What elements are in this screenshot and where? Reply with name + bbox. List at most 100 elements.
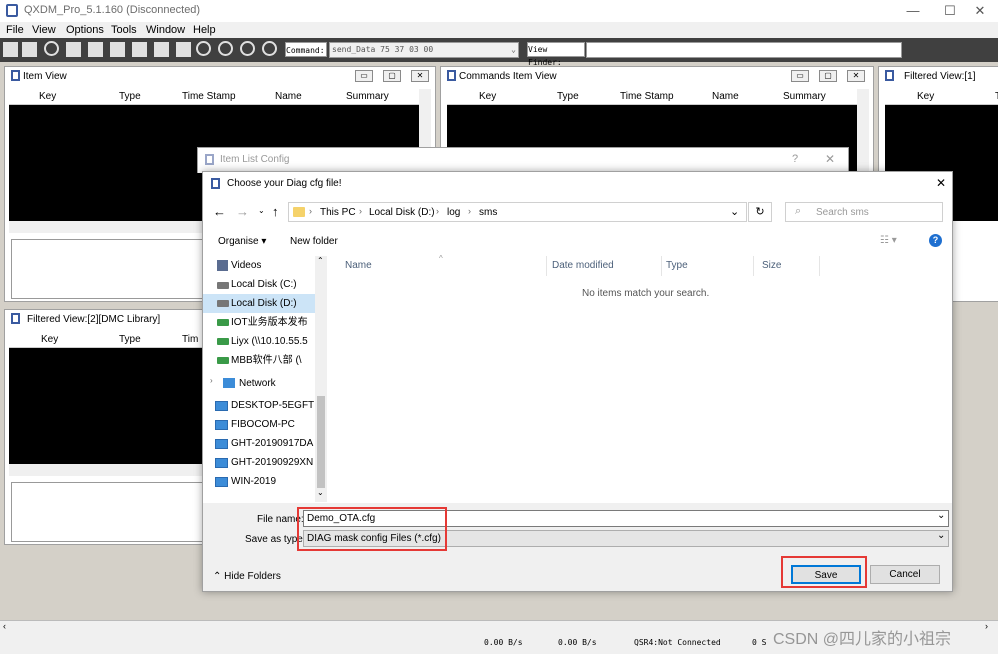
hide-folders-toggle[interactable]: ⌃ Hide Folders [213, 571, 281, 582]
column-type[interactable]: Type [119, 91, 141, 102]
nv-icon[interactable] [110, 42, 125, 57]
filtered-view-2-grid[interactable] [9, 348, 205, 464]
nav-item-local-disk-d[interactable]: Local Disk (D:) [231, 294, 317, 313]
scroll-down-icon[interactable]: ⌄ [317, 488, 324, 497]
add-icon[interactable] [154, 42, 169, 57]
panel-close-button[interactable]: ✕ [411, 70, 429, 82]
expand-chevron-icon[interactable]: › [210, 376, 213, 385]
network-drive-icon [217, 357, 229, 364]
breadcrumb-sms[interactable]: sms [479, 207, 497, 218]
nav-network[interactable]: Network [239, 378, 276, 389]
nav-item-local-disk-c[interactable]: Local Disk (C:) [231, 275, 317, 294]
chevron-down-icon[interactable]: ⌄ [937, 510, 945, 521]
breadcrumb-separator-icon: › [468, 206, 471, 216]
column-summary[interactable]: Summary [346, 91, 389, 102]
grid-icon[interactable] [176, 42, 191, 57]
nav-network-item[interactable]: GHT-20190917DA [231, 434, 317, 453]
view-finder-input[interactable] [586, 42, 902, 58]
search-box[interactable]: ⌕ Search sms [785, 202, 943, 222]
nav-network-item[interactable]: FIBOCOM-PC [231, 415, 317, 434]
column-time-stamp[interactable]: Tim [182, 334, 198, 345]
refresh-button[interactable]: ↻ [748, 202, 772, 222]
refresh-icon[interactable] [196, 41, 211, 56]
chevron-down-icon[interactable]: ⌄ [511, 43, 516, 57]
column-name[interactable]: Name [345, 260, 372, 271]
column-time-stamp[interactable]: Time Stamp [182, 91, 236, 102]
minimize-button[interactable]: — [893, 2, 933, 20]
help-icon[interactable]: ? [929, 234, 942, 247]
column-summary[interactable]: Summary [783, 91, 826, 102]
highlight-file-name-fields [297, 507, 447, 551]
nav-item-videos[interactable]: Videos [231, 256, 317, 275]
breadcrumb-this-pc[interactable]: This PC [320, 207, 356, 218]
column-type[interactable]: Type [666, 260, 688, 271]
column-name[interactable]: Name [275, 91, 302, 102]
info-icon[interactable] [218, 41, 233, 56]
organise-menu[interactable]: Organise ▾ [218, 236, 266, 247]
command-input[interactable]: send_Data 75 37 03 00 ⌄ [329, 42, 519, 58]
panel-maximize-button[interactable]: ▢ [383, 70, 401, 82]
forward-arrow-icon[interactable]: → [236, 204, 249, 219]
network-drive-icon [217, 319, 229, 326]
column-name[interactable]: Name [712, 91, 739, 102]
panel-maximize-button[interactable]: ▢ [819, 70, 837, 82]
recent-locations-chevron-icon[interactable]: ⌄ [258, 206, 265, 215]
filter-icon[interactable] [66, 42, 81, 57]
chevron-down-icon[interactable]: ⌄ [937, 530, 945, 541]
cancel-button[interactable]: Cancel [870, 565, 940, 584]
menu-window[interactable]: Window [146, 24, 185, 36]
scroll-right-icon[interactable]: › [985, 621, 988, 631]
column-size[interactable]: Size [762, 260, 781, 271]
horizontal-scrollbar[interactable] [9, 464, 205, 476]
view-options-icon[interactable]: ☷ ▾ [880, 235, 897, 246]
pause-icon[interactable] [240, 41, 255, 56]
column-key[interactable]: Key [917, 91, 934, 102]
scroll-up-icon[interactable]: ⌃ [317, 256, 324, 265]
menu-tools[interactable]: Tools [111, 24, 137, 36]
column-type[interactable]: Type [119, 334, 141, 345]
column-key[interactable]: Key [39, 91, 56, 102]
up-arrow-icon[interactable]: ↑ [272, 204, 279, 219]
file-list[interactable]: ^ Name Date modified Type Size No items … [331, 254, 949, 502]
column-key[interactable]: Key [479, 91, 496, 102]
list-icon[interactable] [88, 42, 103, 57]
dialog-close-button[interactable]: ✕ [936, 176, 946, 190]
menu-file[interactable]: File [6, 24, 24, 36]
play-icon[interactable] [44, 41, 59, 56]
save-icon[interactable] [132, 42, 147, 57]
connect-icon[interactable] [3, 42, 18, 57]
panel-minimize-button[interactable]: ▭ [355, 70, 373, 82]
open-folder-icon[interactable] [22, 42, 37, 57]
chevron-up-icon: ⌃ [213, 571, 222, 582]
nav-network-item[interactable]: GHT-20190929XN [231, 453, 317, 472]
column-time-stamp[interactable]: Time Stamp [620, 91, 674, 102]
nav-item-liyx[interactable]: Liyx (\\10.10.55.5 [231, 332, 317, 351]
nav-network-item[interactable]: DESKTOP-5EGFT [231, 396, 317, 415]
nav-item-mbb[interactable]: MBB软件八部 (\ [231, 351, 317, 370]
panel-minimize-button[interactable]: ▭ [791, 70, 809, 82]
menu-options[interactable]: Options [66, 24, 104, 36]
power-icon[interactable] [262, 41, 277, 56]
item-list-config-close-button[interactable]: ✕ [825, 152, 835, 166]
scroll-left-icon[interactable]: ‹ [3, 621, 6, 631]
scroll-thumb[interactable] [317, 396, 325, 488]
menu-help[interactable]: Help [193, 24, 216, 36]
address-bar[interactable]: › This PC › Local Disk (D:) › log › sms … [288, 202, 747, 222]
navigation-pane[interactable]: Videos Local Disk (C:) Local Disk (D:) I… [203, 256, 327, 502]
new-folder-button[interactable]: New folder [290, 236, 338, 247]
nav-item-iot[interactable]: IOT业务版本发布 [231, 313, 317, 332]
back-arrow-icon[interactable]: ← [213, 204, 226, 219]
column-type[interactable]: Type [557, 91, 579, 102]
menu-view[interactable]: View [32, 24, 56, 36]
nav-network-item[interactable]: WIN-2019 [231, 472, 317, 491]
nav-scrollbar[interactable]: ⌃ ⌄ [315, 256, 327, 502]
breadcrumb-log[interactable]: log [447, 207, 460, 218]
video-folder-icon [217, 260, 228, 271]
close-button[interactable]: ✕ [960, 2, 998, 20]
panel-close-button[interactable]: ✕ [847, 70, 865, 82]
address-dropdown-chevron-icon[interactable]: ⌄ [730, 205, 739, 218]
column-date-modified[interactable]: Date modified [552, 260, 614, 271]
help-button[interactable]: ? [792, 153, 798, 165]
breadcrumb-local-disk-d[interactable]: Local Disk (D:) [369, 207, 435, 218]
column-key[interactable]: Key [41, 334, 58, 345]
